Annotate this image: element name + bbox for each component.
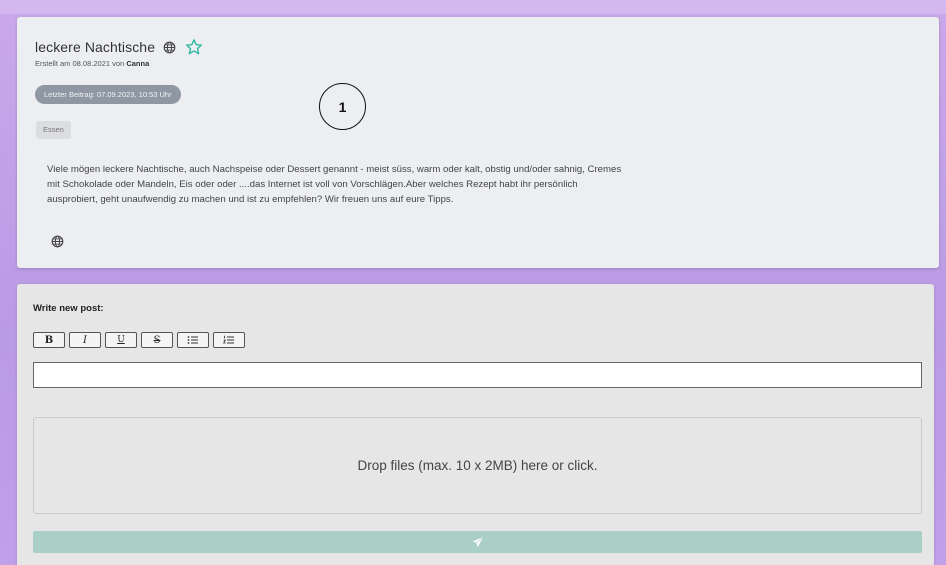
thread-description: Viele mögen leckere Nachtische, auch Nac… bbox=[47, 164, 622, 206]
dropzone-text: Drop files (max. 10 x 2MB) here or click… bbox=[357, 458, 598, 473]
bold-label: B bbox=[44, 334, 54, 346]
send-button[interactable] bbox=[33, 531, 922, 553]
underline-button[interactable]: U bbox=[105, 332, 137, 348]
italic-button[interactable]: I bbox=[69, 332, 101, 348]
thread-card: leckere Nachtische Erstellt am 08.08.202… bbox=[17, 17, 939, 268]
globe-icon bbox=[163, 41, 176, 53]
file-dropzone[interactable]: Drop files (max. 10 x 2MB) here or click… bbox=[33, 417, 922, 514]
author-link[interactable]: Canna bbox=[126, 59, 149, 68]
top-strip bbox=[0, 0, 946, 14]
thread-meta: Erstellt am 08.08.2021 von Canna bbox=[35, 59, 149, 68]
bullet-list-icon bbox=[187, 336, 198, 344]
write-post-label: Write new post: bbox=[33, 303, 104, 314]
paper-plane-icon bbox=[472, 536, 483, 548]
thread-title[interactable]: leckere Nachtische bbox=[35, 39, 155, 55]
created-text: Erstellt am 08.08.2021 von bbox=[35, 59, 125, 68]
numbered-list-icon bbox=[223, 335, 234, 344]
strikethrough-label: S bbox=[153, 334, 161, 346]
post-text-input[interactable] bbox=[33, 362, 922, 388]
italic-label: I bbox=[83, 334, 87, 346]
last-post-badge: Letzter Beitrag: 07.09.2023, 10:53 Uhr bbox=[35, 85, 181, 104]
bold-button[interactable]: B bbox=[33, 332, 65, 348]
format-toolbar: B I U S bbox=[33, 332, 249, 348]
globe-icon bbox=[51, 235, 64, 248]
thread-title-row: leckere Nachtische bbox=[35, 38, 203, 56]
bullet-list-button[interactable] bbox=[177, 332, 209, 348]
strikethrough-button[interactable]: S bbox=[141, 332, 173, 348]
underline-label: U bbox=[117, 335, 125, 345]
star-outline-icon[interactable] bbox=[185, 38, 203, 56]
category-tag[interactable]: Essen bbox=[36, 121, 71, 139]
new-post-editor: Write new post: B I U S Drop files (max.… bbox=[17, 284, 934, 565]
annotation-marker: 1 bbox=[319, 83, 366, 130]
numbered-list-button[interactable] bbox=[213, 332, 245, 348]
